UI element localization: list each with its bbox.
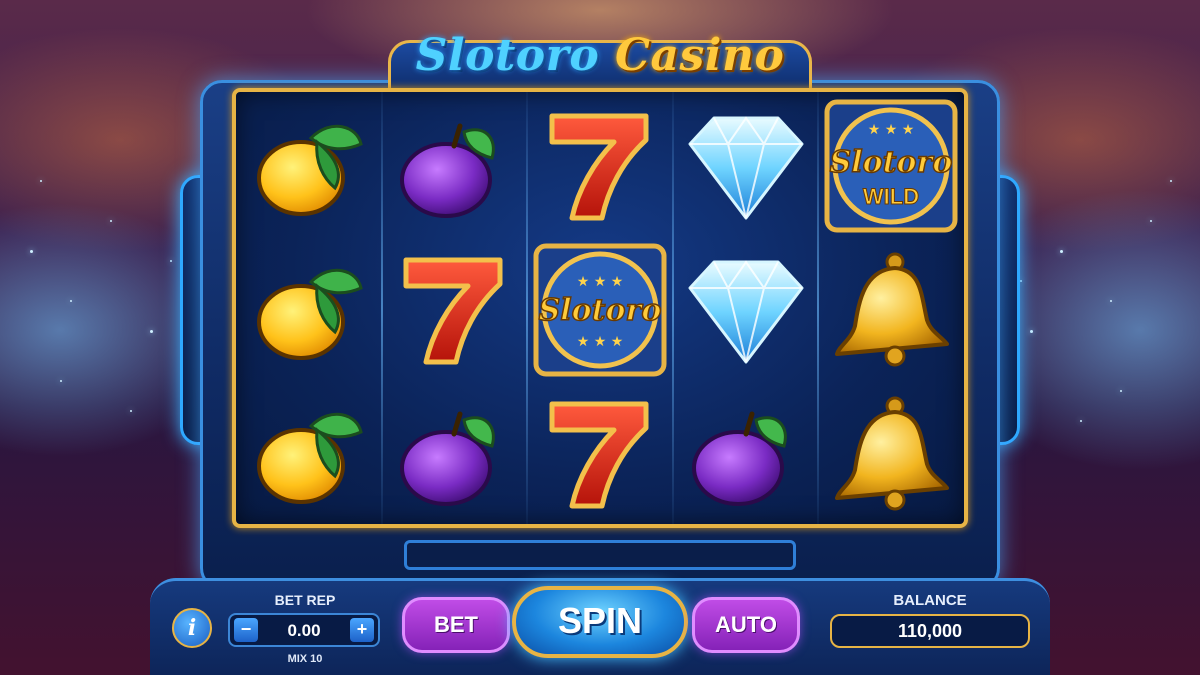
svg-text:WILD: WILD bbox=[863, 184, 919, 209]
lemon-symbol bbox=[239, 96, 379, 236]
balance-label: BALANCE bbox=[893, 592, 967, 609]
plum-symbol bbox=[676, 384, 816, 524]
game-title: Slotoro Casino bbox=[388, 30, 812, 90]
plum-symbol bbox=[384, 384, 524, 524]
spin-button[interactable]: SPIN bbox=[512, 586, 688, 658]
sparkle bbox=[1150, 220, 1152, 222]
sparkle bbox=[40, 180, 42, 182]
mix-label: MIX 10 bbox=[287, 653, 323, 665]
bell-symbol bbox=[821, 240, 961, 380]
seven-symbol bbox=[530, 96, 670, 236]
seven-icon bbox=[549, 401, 649, 509]
bell-symbol bbox=[821, 384, 961, 524]
auto-button[interactable]: AUTO bbox=[692, 597, 800, 653]
seven-icon bbox=[549, 113, 649, 221]
svg-text:Slotoro: Slotoro bbox=[830, 145, 953, 180]
diamond-symbol bbox=[676, 240, 816, 380]
reel-divider bbox=[671, 92, 674, 524]
plum-symbol bbox=[384, 96, 524, 236]
bet-increase-button[interactable]: + bbox=[350, 618, 374, 642]
bet-stepper: − 0.00 + bbox=[228, 613, 380, 647]
diamond-icon bbox=[688, 260, 804, 364]
sparkle bbox=[130, 410, 132, 412]
sparkle bbox=[1020, 280, 1022, 282]
sparkle bbox=[1110, 300, 1112, 302]
payline-bar bbox=[404, 540, 796, 570]
balance-value: 110,000 bbox=[830, 614, 1030, 648]
sparkle bbox=[1080, 420, 1082, 422]
slotoro-logo-symbol: ★ ★ ★ ★ ★ ★ Slotoro bbox=[530, 240, 670, 380]
lemon-icon bbox=[256, 268, 363, 360]
title-slotoro: Slotoro bbox=[415, 30, 600, 81]
wild-icon: ★ ★ ★ Slotoro WILD bbox=[824, 99, 958, 233]
reel-divider bbox=[526, 92, 529, 524]
sparkle bbox=[170, 260, 172, 262]
sparkle bbox=[60, 380, 62, 382]
reel-divider bbox=[817, 92, 820, 524]
sparkle bbox=[150, 330, 153, 333]
lemon-symbol bbox=[239, 240, 379, 380]
bet-button[interactable]: BET bbox=[402, 597, 510, 653]
sparkle bbox=[1060, 250, 1063, 253]
sparkle bbox=[110, 220, 112, 222]
wild-symbol: ★ ★ ★ Slotoro WILD bbox=[821, 96, 961, 236]
sparkle bbox=[1170, 180, 1172, 182]
seven-icon bbox=[403, 257, 503, 365]
sparkle bbox=[1120, 390, 1122, 392]
plum-icon bbox=[400, 411, 496, 506]
bell-icon bbox=[835, 396, 950, 511]
diamond-symbol bbox=[676, 96, 816, 236]
title-casino: Casino bbox=[615, 30, 785, 81]
bell-icon bbox=[835, 252, 950, 367]
sparkle bbox=[1030, 330, 1033, 333]
svg-text:★ ★ ★: ★ ★ ★ bbox=[577, 274, 624, 290]
sparkle bbox=[30, 250, 33, 253]
seven-symbol bbox=[530, 384, 670, 524]
svg-text:★ ★ ★: ★ ★ ★ bbox=[577, 334, 624, 350]
diamond-icon bbox=[688, 116, 804, 220]
lemon-icon bbox=[256, 412, 363, 504]
slotoro-logo-icon: ★ ★ ★ ★ ★ ★ Slotoro bbox=[533, 243, 667, 377]
bet-value: 0.00 bbox=[287, 621, 321, 640]
sparkle bbox=[70, 300, 72, 302]
reel-window: ★ ★ ★ Slotoro WILD ★ ★ ★ ★ ★ ★ Slotoro bbox=[232, 88, 968, 528]
svg-text:★ ★ ★: ★ ★ ★ bbox=[868, 122, 915, 138]
info-button[interactable]: i bbox=[172, 608, 212, 648]
bet-decrease-button[interactable]: − bbox=[234, 618, 258, 642]
lemon-icon bbox=[256, 124, 363, 216]
lemon-symbol bbox=[239, 384, 379, 524]
svg-text:Slotoro: Slotoro bbox=[539, 293, 662, 328]
bet-rep-label: BET REP bbox=[274, 592, 336, 608]
reel-divider bbox=[380, 92, 383, 524]
plum-icon bbox=[400, 123, 496, 218]
seven-symbol bbox=[384, 240, 524, 380]
plum-icon bbox=[691, 411, 787, 506]
